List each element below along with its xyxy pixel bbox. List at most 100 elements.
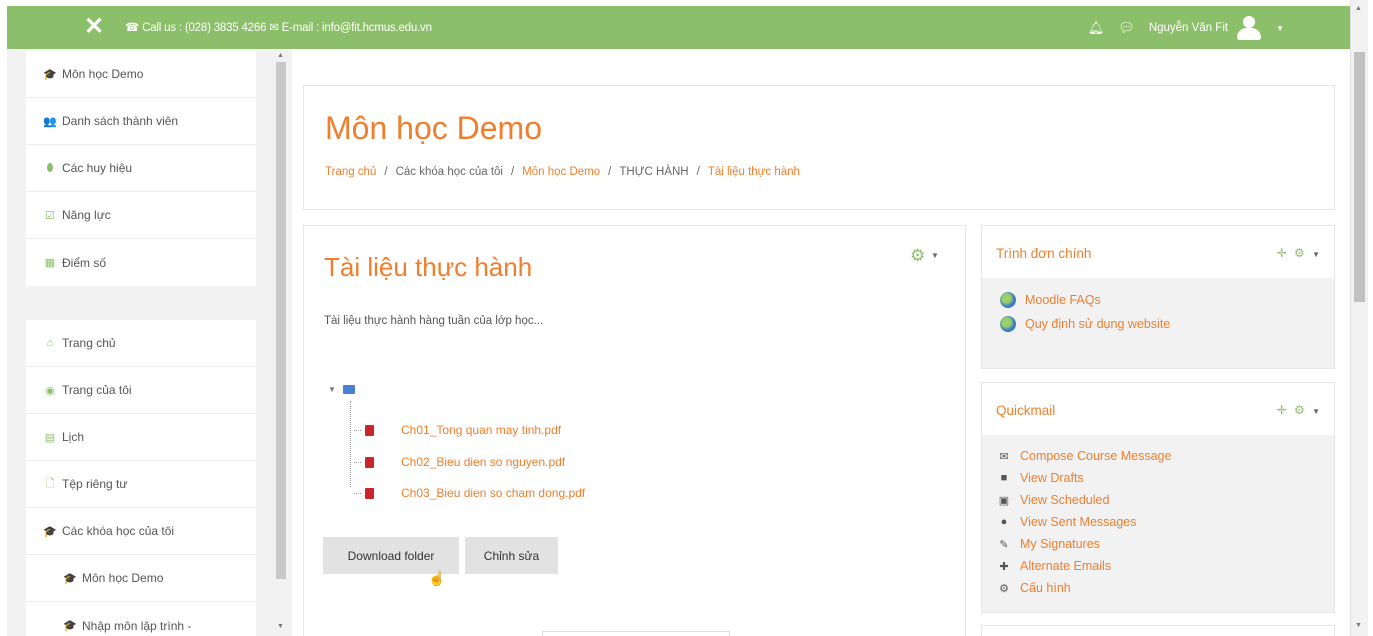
scroll-down-arrow-icon[interactable]: ▼ [277,623,284,630]
home-icon: ⌂ [46,337,54,349]
nav-label: Điểm số [62,255,107,270]
breadcrumb-item: Các khóa học của tôi [395,166,503,178]
download-folder-button[interactable]: Download folder [323,537,459,574]
dashboard-icon: ◉ [45,384,55,397]
nav-label: Năng lực [62,208,111,222]
quickmail-label[interactable]: Alternate Emails [1020,559,1111,573]
users-icon: 👥 [43,115,57,128]
user-name[interactable]: Nguyễn Văn Fit [1149,22,1228,34]
gear-icon[interactable]: ⚙ [1294,403,1307,417]
file-item[interactable]: Ch03_Bieu dien so cham dong.pdf [354,484,585,502]
file-item[interactable]: Ch02_Bieu dien so nguyen.pdf [354,453,565,471]
file-icon: 🗋 [45,477,55,490]
quickmail-signatures[interactable]: ✎ My Signatures [997,533,1319,555]
nav-badges[interactable]: ⬮ Các huy hiệu [26,145,256,192]
graduation-cap-icon: 🎓 [43,68,57,81]
quickmail-label[interactable]: My Signatures [1020,537,1100,551]
block-link-label[interactable]: Quy định sử dụng website [1025,317,1170,331]
breadcrumb-item[interactable]: Môn học Demo [522,166,600,178]
quickmail-label[interactable]: View Scheduled [1020,493,1109,507]
pdf-icon [365,456,374,468]
nav-course-home[interactable]: 🎓 Môn học Demo [26,51,256,98]
activity-title: Tài liệu thực hành [324,252,533,282]
edit-button[interactable]: Chỉnh sửa [465,537,558,574]
quickmail-drafts[interactable]: ■ View Drafts [997,467,1319,489]
file-link[interactable]: Ch01_Tong quan may tinh.pdf [401,423,561,437]
course-nav: 🎓 Môn học Demo 👥 Danh sách thành viên ⬮ Các… [26,51,256,286]
file-item[interactable]: Ch01_Tong quan may tinh.pdf [354,421,561,439]
block-quickmail: Quickmail ✛ ⚙ ▼ ✉ Compose Course Message … [981,382,1335,613]
block-next [981,625,1335,636]
activity-navigation [542,631,730,636]
nav-label: Lịch [62,430,85,444]
site-nav: ⌂ Trang chủ ◉ Trang của tôi ▤ Lịch 🗋 Tệp riê… [26,320,256,636]
drawer-scrollbar-thumb[interactable] [276,62,286,579]
window-scrollbar-thumb[interactable] [1354,52,1365,302]
nav-participants[interactable]: 👥 Danh sách thành viên [26,98,256,145]
quickmail-label[interactable]: View Drafts [1020,471,1084,485]
message-icon[interactable]: 💬︎ [1118,20,1135,36]
pdf-icon [365,487,374,499]
quickmail-config[interactable]: ⚙ Cấu hình [997,577,1319,599]
pencil-icon: ✎ [999,538,1009,551]
quickmail-compose[interactable]: ✉ Compose Course Message [997,445,1319,467]
nav-competencies[interactable]: ☑ Năng lực [26,192,256,239]
gear-icon[interactable]: ⚙ [910,246,925,266]
breadcrumb-item: THỰC HÀNH [619,166,689,178]
nav-label: Trang chủ [62,336,116,350]
block-title: Trình đơn chính [996,246,1092,261]
nav-dashboard[interactable]: ◉ Trang của tôi [26,367,256,414]
file-link[interactable]: Ch03_Bieu dien so cham dong.pdf [401,486,585,500]
folder-tree-root[interactable]: ▼ [328,385,355,394]
tree-toggle-icon[interactable]: ▼ [328,385,336,394]
folder-icon [342,385,355,394]
scroll-up-arrow-icon[interactable]: ▲ [1355,5,1362,12]
nav-label: Nhập môn lập trình - [82,618,192,633]
speech-bubble-icon: ● [1000,516,1008,528]
notification-bell-icon[interactable]: 🔔︎ [1088,20,1105,36]
block-link-label[interactable]: Moodle FAQs [1025,293,1101,307]
chevron-down-icon[interactable]: ▼ [1312,250,1322,259]
quickmail-label[interactable]: Compose Course Message [1020,449,1171,463]
quickmail-alternate-emails[interactable]: ✚ Alternate Emails [997,555,1319,577]
scroll-up-arrow-icon[interactable]: ▲ [277,52,284,59]
drawer-scrollbar[interactable]: ▲ ▼ [272,49,292,636]
quickmail-sent[interactable]: ● View Sent Messages [997,511,1319,533]
globe-icon [1000,316,1016,332]
breadcrumb-item[interactable]: Trang chủ [325,166,376,178]
chevron-down-icon[interactable]: ▼ [1312,407,1322,416]
gear-icon[interactable]: ⚙ [1294,246,1307,260]
nav-site-home[interactable]: ⌂ Trang chủ [26,320,256,367]
nav-calendar[interactable]: ▤ Lịch [26,414,256,461]
user-menu-caret-icon[interactable]: ▼ [1276,24,1284,33]
quickmail-label[interactable]: Cấu hình [1020,581,1071,595]
nav-course-intro-programming[interactable]: 🎓 Nhập môn lập trình - [26,602,256,636]
nav-label: Các khóa học của tôi [62,524,175,538]
avatar[interactable] [1234,15,1264,41]
quickmail-label[interactable]: View Sent Messages [1020,515,1137,529]
hand-cursor-icon: ☝ [428,570,446,586]
breadcrumb-item[interactable]: Tài liệu thực hành [708,166,800,178]
move-icon[interactable]: ✛ [1277,246,1289,260]
block-link[interactable]: Moodle FAQs [997,288,1319,312]
file-link[interactable]: Ch02_Bieu dien so nguyen.pdf [401,455,565,469]
block-controls: ✛ ⚙ ▼ [1277,246,1322,260]
graduation-cap-icon: 🎓 [63,572,77,585]
checkbox-icon: ☑ [45,209,55,222]
nav-my-courses[interactable]: 🎓 Các khóa học của tôi [26,508,256,555]
nav-label: Môn học Demo [82,571,164,585]
window-scrollbar[interactable]: ▲ ▼ [1350,0,1368,636]
pdf-icon [365,424,374,436]
nav-label: Trang của tôi [62,383,132,397]
nav-private-files[interactable]: 🗋 Tệp riêng tư [26,461,256,508]
chevron-down-icon[interactable]: ▼ [931,251,939,260]
nav-grades[interactable]: ▦ Điểm số [26,239,256,286]
scroll-down-arrow-icon[interactable]: ▼ [1355,622,1362,629]
close-drawer-icon[interactable]: ✕ [84,14,104,40]
graduation-cap-icon: 🎓 [63,620,77,632]
block-controls: ✛ ⚙ ▼ [1277,403,1322,417]
nav-course-demo[interactable]: 🎓 Môn học Demo [26,555,256,602]
block-link[interactable]: Quy định sử dụng website [997,312,1319,336]
move-icon[interactable]: ✛ [1277,403,1289,417]
quickmail-scheduled[interactable]: ▣ View Scheduled [997,489,1319,511]
